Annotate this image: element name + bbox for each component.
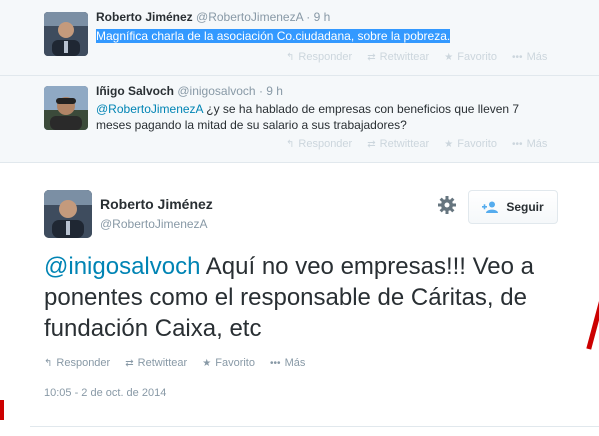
timestamp[interactable]: 9 h bbox=[314, 10, 331, 24]
timestamp[interactable]: 9 h bbox=[266, 84, 283, 98]
avatar[interactable] bbox=[44, 86, 88, 130]
separator: · bbox=[306, 10, 311, 24]
tweet-actions: ↰ Responder ⇄ Retwittear ★ Favorito ••• Más bbox=[44, 357, 317, 369]
star-icon: ★ bbox=[444, 139, 454, 150]
tweet-text: Magnífica charla de la asociación Co.ciu… bbox=[96, 28, 546, 44]
fullname[interactable]: Iñigo Salvoch bbox=[96, 84, 174, 98]
username[interactable]: @RobertoJimenezA bbox=[196, 10, 303, 24]
permalink-tweet: Roberto Jiménez @RobertoJimenezA Seguir … bbox=[0, 163, 599, 436]
tweet-text: @inigosalvoch Aquí no veo empresas!!! Ve… bbox=[44, 251, 564, 344]
ellipsis-icon: ••• bbox=[512, 52, 523, 63]
tweet-header: Roberto Jiménez @RobertoJimenezA · 9 h bbox=[96, 10, 330, 24]
gear-icon[interactable] bbox=[437, 195, 457, 215]
reply-arrow-icon: ↰ bbox=[286, 139, 295, 150]
reply-button[interactable]: ↰ Responder bbox=[286, 138, 352, 150]
avatar[interactable] bbox=[44, 12, 88, 56]
reply-button[interactable]: ↰ Responder bbox=[44, 357, 110, 369]
divider bbox=[30, 426, 599, 427]
favorite-label: Favorito bbox=[215, 357, 255, 369]
more-label: Más bbox=[526, 51, 548, 63]
fullname[interactable]: Roberto Jiménez bbox=[96, 10, 193, 24]
reply-label: Responder bbox=[56, 357, 111, 369]
favorite-label: Favorito bbox=[457, 51, 497, 63]
more-label: Más bbox=[526, 138, 548, 150]
reply-button[interactable]: ↰ Responder bbox=[286, 51, 352, 63]
tweet-actions: ↰ Responder ⇄ Retwittear ★ Favorito ••• Más bbox=[286, 138, 559, 150]
username[interactable]: @RobertoJimenezA bbox=[100, 217, 208, 231]
retweet-label: Retwittear bbox=[379, 138, 430, 150]
mention-link[interactable]: @RobertoJimenezA bbox=[96, 102, 203, 116]
follow-label: Seguir bbox=[506, 200, 544, 214]
more-button[interactable]: ••• Más bbox=[270, 357, 305, 369]
ellipsis-icon: ••• bbox=[512, 139, 523, 150]
retweet-label: Retwittear bbox=[379, 51, 430, 63]
selected-text: Magnífica charla de la asociación Co.ciu… bbox=[96, 29, 451, 43]
more-button[interactable]: ••• Más bbox=[512, 138, 547, 150]
tweet-actions: ↰ Responder ⇄ Retwittear ★ Favorito ••• Más bbox=[286, 51, 559, 63]
separator: · bbox=[258, 84, 263, 98]
retweet-icon: ⇄ bbox=[367, 139, 376, 150]
add-user-icon bbox=[482, 201, 499, 213]
favorite-button[interactable]: ★ Favorito bbox=[444, 138, 497, 150]
avatar[interactable] bbox=[44, 190, 92, 238]
retweet-icon: ⇄ bbox=[367, 52, 376, 63]
fullname[interactable]: Roberto Jiménez bbox=[100, 196, 213, 212]
reply-arrow-icon: ↰ bbox=[44, 358, 53, 369]
retweet-button[interactable]: ⇄ Retwittear bbox=[367, 51, 429, 63]
favorite-button[interactable]: ★ Favorito bbox=[444, 51, 497, 63]
ellipsis-icon: ••• bbox=[270, 358, 281, 369]
thread-tweet[interactable]: Iñigo Salvoch @inigosalvoch · 9 h @Rober… bbox=[0, 76, 599, 163]
retweet-icon: ⇄ bbox=[125, 358, 134, 369]
retweet-button[interactable]: ⇄ Retwittear bbox=[367, 138, 429, 150]
more-label: Más bbox=[284, 357, 306, 369]
favorite-label: Favorito bbox=[457, 138, 497, 150]
tweet-text: @RobertoJimenezA ¿y se ha hablado de emp… bbox=[96, 101, 546, 133]
star-icon: ★ bbox=[202, 358, 212, 369]
favorite-button[interactable]: ★ Favorito bbox=[202, 357, 255, 369]
conversation-thread: Roberto Jiménez @RobertoJimenezA · 9 h M… bbox=[0, 0, 599, 163]
retweet-button[interactable]: ⇄ Retwittear bbox=[125, 357, 187, 369]
edge-marker bbox=[0, 400, 4, 420]
tweet-timestamp[interactable]: 10:05 - 2 de oct. de 2014 bbox=[44, 387, 166, 399]
star-icon: ★ bbox=[444, 52, 454, 63]
username[interactable]: @inigosalvoch bbox=[177, 84, 255, 98]
reply-label: Responder bbox=[298, 138, 353, 150]
reply-arrow-icon: ↰ bbox=[286, 52, 295, 63]
thread-tweet[interactable]: Roberto Jiménez @RobertoJimenezA · 9 h M… bbox=[0, 0, 599, 76]
more-button[interactable]: ••• Más bbox=[512, 51, 547, 63]
tweet-header: Iñigo Salvoch @inigosalvoch · 9 h bbox=[96, 84, 283, 98]
reply-label: Responder bbox=[298, 51, 353, 63]
follow-button[interactable]: Seguir bbox=[468, 190, 558, 224]
retweet-label: Retwittear bbox=[137, 357, 188, 369]
mention-link[interactable]: @inigosalvoch bbox=[44, 253, 200, 280]
